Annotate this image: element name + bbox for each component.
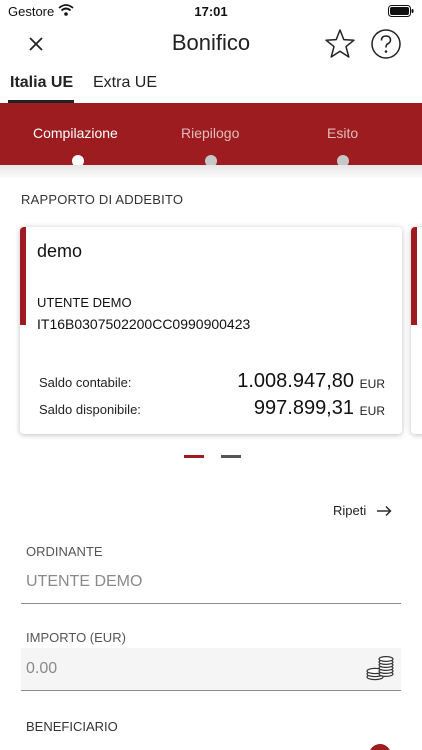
importo-field[interactable]: 0.00: [21, 648, 401, 691]
account-holder: UTENTE DEMO: [37, 295, 132, 310]
clock: 17:01: [194, 4, 228, 19]
carousel-indicator[interactable]: [221, 455, 241, 458]
next-account-card[interactable]: [411, 227, 422, 434]
available-balance-value: 997.899,31: [253, 397, 354, 419]
star-icon[interactable]: [322, 26, 358, 62]
importo-placeholder[interactable]: 0.00: [26, 660, 57, 678]
carousel-indicator-active[interactable]: [184, 455, 204, 458]
ordinante-label: ORDINANTE: [26, 544, 103, 559]
status-bar: Gestore 17:01: [0, 0, 422, 22]
ordinante-field: UTENTE DEMO: [21, 561, 401, 604]
balance-label: Saldo contabile:: [39, 375, 132, 390]
debit-section-title: RAPPORTO DI ADDEBITO: [21, 192, 184, 207]
importo-label: IMPORTO (EUR): [26, 630, 126, 645]
add-beneficiary-button[interactable]: [369, 744, 391, 750]
help-icon[interactable]: [370, 28, 402, 60]
page-title: Bonifico: [171, 30, 251, 55]
navigation-bar: Bonifico: [0, 22, 422, 66]
beneficiario-label: BENEFICIARIO: [26, 719, 118, 734]
field-underline: [21, 690, 401, 691]
repeat-label: Ripeti: [333, 503, 367, 518]
steps-shadow: [0, 165, 422, 177]
arrow-right-icon: [377, 505, 392, 516]
step-compilazione: Compilazione: [33, 125, 118, 141]
account-name: demo: [37, 241, 83, 261]
step-esito: Esito: [327, 125, 359, 141]
tab-italia-ue[interactable]: Italia UE: [10, 74, 73, 92]
transfer-type-tabs: Italia UE Extra UE: [0, 66, 422, 103]
tab-extra-ue[interactable]: Extra UE: [93, 74, 157, 92]
card-accent: [20, 227, 26, 325]
card-accent: [411, 227, 417, 325]
ordinante-value: UTENTE DEMO: [26, 573, 143, 590]
steps-bar: Compilazione Riepilogo Esito: [0, 103, 422, 167]
available-balance-currency: EUR: [359, 404, 385, 418]
repeat-button[interactable]: Ripeti: [333, 503, 392, 518]
battery-icon: [388, 5, 414, 17]
field-underline: [21, 603, 401, 604]
available-balance-label: Saldo disponibile:: [39, 402, 141, 417]
balance-currency: EUR: [359, 377, 385, 391]
account-card[interactable]: demo UTENTE DEMO IT16B0307502200CC099090…: [20, 227, 402, 434]
coins-icon[interactable]: [365, 656, 395, 682]
account-iban: IT16B0307502200CC0990900423: [37, 316, 251, 332]
balance-value: 1.008.947,80: [237, 370, 354, 392]
step-riepilogo: Riepilogo: [181, 125, 240, 141]
